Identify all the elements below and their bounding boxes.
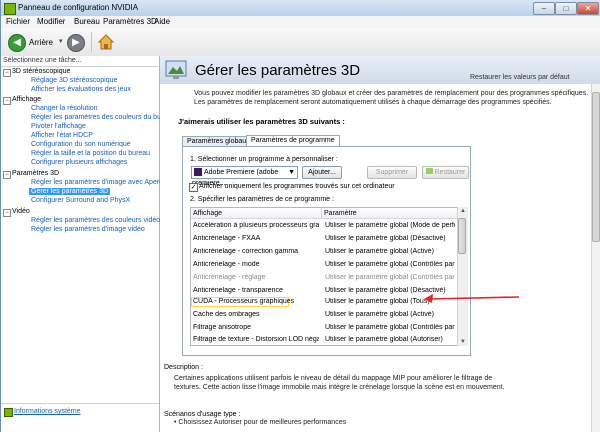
menu-help[interactable]: Aide — [154, 17, 170, 26]
task-pane-divider — [1, 66, 158, 67]
column-header-setting[interactable]: Paramètre — [322, 208, 461, 219]
grid-feature[interactable]: Anticrénelage - mode — [193, 261, 319, 268]
collapse-icon[interactable]: − — [3, 171, 11, 179]
chevron-down-icon: ▼ — [288, 169, 295, 176]
description-title: Description : — [164, 364, 203, 371]
step1-label: 1. Sélectionner un programme à personnal… — [190, 156, 338, 163]
tree-item-stereo-setup[interactable]: Réglage 3D stéréoscopique — [31, 77, 117, 84]
minimize-button[interactable]: – — [533, 2, 555, 15]
home-icon[interactable] — [97, 33, 115, 51]
title-bar: Panneau de configuration NVIDIA – □ ✕ — [1, 0, 600, 16]
usage-item: • Choisissez Autoriser pour de meilleure… — [174, 419, 347, 426]
remove-program-button[interactable]: Supprimer — [367, 166, 417, 179]
restore-defaults-link[interactable]: Restaurer les valeurs par défaut — [470, 74, 570, 81]
section-title: J'aimerais utiliser les paramètres 3D su… — [178, 117, 345, 126]
grid-feature[interactable]: Anticrénelage - FXAA — [193, 235, 319, 242]
restore-program-label: Restaurer — [434, 169, 466, 176]
grid-value[interactable]: Utiliser le paramètre global (Autoriser) — [325, 336, 455, 343]
restore-program-button[interactable]: Restaurer — [422, 166, 469, 179]
grid-value[interactable]: Utiliser le paramètre global (Contrôlés … — [325, 261, 455, 268]
grid-value[interactable]: Utiliser le paramètre global (Activé) — [325, 311, 455, 318]
tree-item-video-colors[interactable]: Régler les paramètres des couleurs vidéo — [31, 217, 160, 224]
scroll-up-icon[interactable]: ▲ — [460, 208, 466, 214]
task-pane-heading: Sélectionnez une tâche... — [3, 57, 82, 64]
grid-value[interactable]: Utiliser le paramètre global (Contrôlés … — [325, 324, 455, 331]
close-button[interactable]: ✕ — [577, 2, 599, 15]
grid-feature[interactable]: Anticrénelage - réglage — [193, 274, 319, 281]
toolbar: ◀ Arrière ▾ ▶ — [1, 28, 600, 57]
system-info-link[interactable]: Informations système — [14, 408, 81, 415]
content-scroll-thumb[interactable] — [592, 92, 600, 242]
tree-item-hdcp[interactable]: Afficher l'état HDCP — [31, 132, 93, 139]
grid-value[interactable]: Utiliser le paramètre global (Activé) — [325, 248, 455, 255]
grid-feature[interactable]: Filtrage de texture - Distorsion LOD nég… — [193, 336, 319, 343]
menu-bar: Fichier Modifier Bureau Paramètres 3D Ai… — [1, 16, 600, 28]
task-pane-footer-divider — [1, 403, 159, 404]
scroll-down-icon[interactable]: ▼ — [460, 339, 466, 345]
settings-grid: Affichage Paramètre Accélération à plusi… — [190, 207, 462, 346]
tree-item-desktop-colors[interactable]: Régler les paramètres des couleurs du bu… — [31, 114, 163, 121]
tree-group-stereo[interactable]: 3D stéréoscopique — [12, 68, 70, 75]
back-arrow-icon[interactable]: ◀ — [8, 34, 26, 52]
menu-3d-settings[interactable]: Paramètres 3D — [103, 17, 157, 26]
grid-feature[interactable]: Anticrénelage - correction gamma — [193, 248, 319, 255]
tree-item-resolution[interactable]: Changer la résolution — [31, 105, 98, 112]
premiere-icon — [194, 168, 202, 176]
step2-label: 2. Spécifier les paramètres de ce progra… — [190, 196, 334, 203]
only-found-programs-label: Afficher uniquement les programmes trouv… — [199, 183, 395, 190]
grid-scroll-thumb[interactable] — [458, 218, 466, 254]
tree-group-3d-settings[interactable]: Paramètres 3D — [12, 170, 59, 177]
back-dropdown-icon[interactable]: ▾ — [59, 37, 63, 45]
app-window: Panneau de configuration NVIDIA – □ ✕ Fi… — [0, 0, 600, 432]
task-pane: Sélectionnez une tâche... − 3D stéréosco… — [1, 56, 163, 432]
tree-item-digital-audio[interactable]: Configuration du son numérique — [31, 141, 131, 148]
nvidia-icon — [4, 3, 16, 15]
grid-value[interactable]: Utiliser le paramètre global (Contrôlés … — [325, 274, 455, 281]
back-button-label[interactable]: Arrière — [29, 38, 53, 47]
menu-edit[interactable]: Modifier — [37, 17, 65, 26]
tree-item-surround-physx[interactable]: Configurer Surround and PhysX — [31, 197, 130, 204]
program-select[interactable]: Adobe Premiere (adobe premiere.... ▼ — [191, 166, 298, 187]
collapse-icon[interactable]: − — [3, 69, 11, 77]
tree-item-desktop-size[interactable]: Régler la taille et la position du burea… — [31, 150, 150, 157]
toolbar-divider — [91, 32, 92, 52]
tree-item-manage-3d[interactable]: Gérer les paramètres 3D — [29, 188, 111, 195]
grid-value[interactable]: Utiliser le paramètre global (Mode de pe… — [325, 222, 455, 229]
tree-item-multiple-displays[interactable]: Configurer plusieurs affichages — [31, 159, 127, 166]
menu-file[interactable]: Fichier — [6, 17, 30, 26]
3d-settings-icon — [165, 58, 187, 80]
nvidia-small-icon — [425, 168, 433, 174]
only-found-programs-checkbox[interactable]: ✓ — [189, 183, 198, 192]
grid-feature[interactable]: Accélération à plusieurs processeurs gra… — [193, 222, 319, 229]
grid-feature[interactable]: Cache des ombrages — [193, 311, 319, 318]
tree-item-image-preview[interactable]: Régler les paramètres d'image avec Aperç — [31, 179, 163, 186]
grid-feature[interactable]: Anticrénelage - transparence — [193, 287, 319, 294]
tree-item-game-ratings[interactable]: Afficher les évaluations des jeux — [31, 86, 131, 93]
maximize-button[interactable]: □ — [555, 2, 577, 15]
description-text: Certaines applications utilisent parfois… — [174, 375, 505, 391]
forward-arrow-icon[interactable]: ▶ — [67, 34, 85, 52]
tree-item-rotate[interactable]: Pivoter l'affichage — [31, 123, 86, 130]
system-info-icon — [4, 408, 13, 417]
collapse-icon[interactable]: − — [3, 209, 11, 217]
grid-value[interactable]: Utiliser le paramètre global (Désactivé) — [325, 235, 455, 242]
grid-feature-cuda[interactable]: CUDA - Processeurs graphiques — [193, 298, 319, 305]
menu-desktop[interactable]: Bureau — [74, 17, 100, 26]
tree-item-video-image[interactable]: Régler les paramètres d'image vidéo — [31, 226, 145, 233]
page-title: Gérer les paramètres 3D — [195, 62, 361, 79]
window-title: Panneau de configuration NVIDIA — [18, 3, 139, 12]
grid-feature[interactable]: Filtrage anisotrope — [193, 324, 319, 331]
usage-title: Scénarios d'usage type : — [164, 411, 241, 418]
add-program-button[interactable]: Ajouter... — [302, 166, 342, 179]
annotation-arrow-icon — [424, 294, 520, 303]
column-header-feature[interactable]: Affichage — [191, 208, 322, 219]
intro-text: Vous pouvez modifier les paramètres 3D g… — [194, 90, 589, 106]
collapse-icon[interactable]: − — [3, 97, 11, 105]
tree-group-display[interactable]: Affichage — [12, 96, 41, 103]
tree-group-video[interactable]: Vidéo — [12, 208, 30, 215]
